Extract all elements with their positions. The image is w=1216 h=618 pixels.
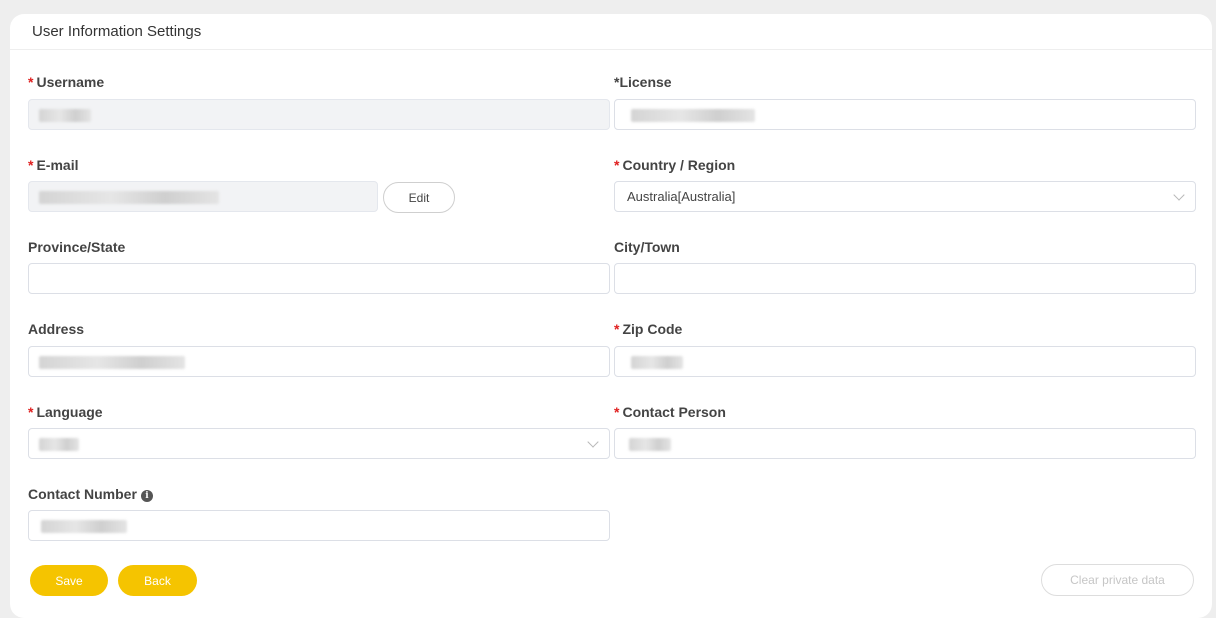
redacted-value [41,520,127,533]
country-select[interactable]: Australia[Australia] [614,181,1196,212]
card-header: User Information Settings [10,14,1212,50]
chevron-down-icon [587,436,599,448]
redacted-value [631,356,683,369]
province-field[interactable] [28,263,610,294]
clear-private-data-button[interactable]: Clear private data [1041,564,1194,596]
contact-number-field[interactable] [28,510,610,541]
city-field[interactable] [614,263,1196,294]
required-mark: * [614,157,620,173]
redacted-value [39,191,219,204]
zip-field[interactable] [614,346,1196,377]
required-mark: * [614,321,620,337]
save-button[interactable]: Save [30,565,108,596]
country-value: Australia[Australia] [627,189,736,204]
username-field [28,99,610,130]
required-mark: * [614,404,620,420]
required-mark: * [28,157,34,173]
email-field [28,181,378,212]
redacted-value [39,356,185,369]
required-mark: * [28,404,34,420]
edit-email-button[interactable]: Edit [383,182,455,213]
province-label: Province/State [28,239,126,255]
redacted-value [629,438,671,451]
redacted-value [39,438,79,451]
redacted-value [39,109,91,122]
redacted-value [631,109,755,122]
address-label: Address [28,321,85,337]
zip-label: * Zip Code [614,321,683,337]
license-label: *License [614,74,672,90]
required-mark: * [28,74,34,90]
card-title: User Information Settings [32,23,202,40]
language-select[interactable] [28,428,610,459]
chevron-down-icon [1173,189,1185,201]
language-label: * Language [28,404,103,420]
username-label: * Username [28,74,105,90]
contact-person-field[interactable] [614,428,1196,459]
settings-card: User Information Settings * Username *Lic… [10,14,1212,618]
country-label: * Country / Region [614,157,736,173]
back-button[interactable]: Back [118,565,197,596]
info-circle-icon[interactable]: i [140,490,153,502]
license-field[interactable] [614,99,1196,130]
address-field[interactable] [28,346,610,377]
city-label: City/Town [614,239,680,255]
contact-number-label: Contact Number i [28,486,153,502]
email-label: * E-mail [28,157,79,173]
contact-person-label: * Contact Person [614,404,726,420]
